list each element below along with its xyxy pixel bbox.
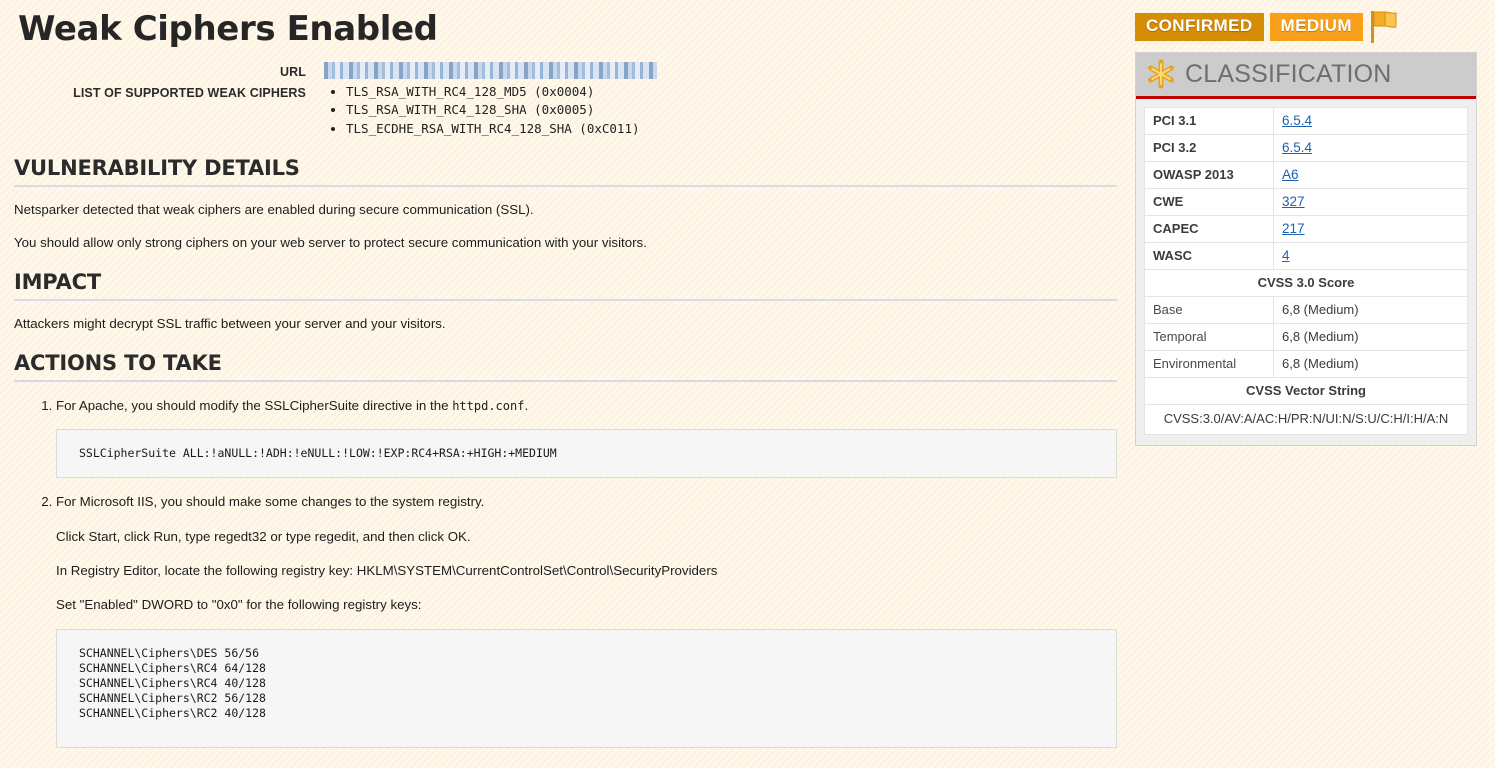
classification-link[interactable]: A6 xyxy=(1282,167,1299,182)
classification-key: CWE xyxy=(1145,189,1274,216)
url-label: URL xyxy=(14,62,324,79)
status-badge-severity[interactable]: MEDIUM xyxy=(1270,13,1363,41)
iis-dword-line: Set "Enabled" DWORD to "0x0" for the fol… xyxy=(56,595,1117,614)
asterisk-icon xyxy=(1146,59,1176,89)
table-row: PCI 3.1 6.5.4 xyxy=(1145,108,1468,135)
action-step-apache: For Apache, you should modify the SSLCip… xyxy=(56,396,1117,478)
badge-row: CONFIRMED MEDIUM xyxy=(1135,0,1477,52)
weak-ciphers-row: LIST OF SUPPORTED WEAK CIPHERS TLS_RSA_W… xyxy=(14,83,1117,139)
cvss-score-value: 6,8 (Medium) xyxy=(1274,324,1468,351)
classification-key: PCI 3.1 xyxy=(1145,108,1274,135)
action-step-iis-text: For Microsoft IIS, you should make some … xyxy=(56,494,484,509)
cvss-score-heading: CVSS 3.0 Score xyxy=(1145,270,1468,297)
classification-link[interactable]: 327 xyxy=(1282,194,1305,209)
vulnerability-details-paragraph: You should allow only strong ciphers on … xyxy=(14,233,1117,252)
cvss-vector-row: CVSS:3.0/AV:A/AC:H/PR:N/UI:N/S:U/C:H/I:H… xyxy=(1145,405,1468,435)
classification-table: PCI 3.1 6.5.4 PCI 3.2 6.5.4 OWASP 2013 xyxy=(1144,107,1468,435)
redacted-url-bar[interactable] xyxy=(324,62,657,79)
classification-value: 327 xyxy=(1274,189,1468,216)
table-row: Base 6,8 (Medium) xyxy=(1145,297,1468,324)
classification-value: 4 xyxy=(1274,243,1468,270)
cvss-score-heading-row: CVSS 3.0 Score xyxy=(1145,270,1468,297)
weak-ciphers-value: TLS_RSA_WITH_RC4_128_MD5 (0x0004) TLS_RS… xyxy=(324,83,1117,139)
vulnerability-details-paragraph: Netsparker detected that weak ciphers ar… xyxy=(14,200,1117,219)
cipher-list: TLS_RSA_WITH_RC4_128_MD5 (0x0004) TLS_RS… xyxy=(324,83,1117,139)
iis-instruction-line: Click Start, click Run, type regedt32 or… xyxy=(56,527,1117,546)
section-heading-vulnerability-details: VULNERABILITY DETAILS xyxy=(14,156,1117,187)
cvss-score-value: 6,8 (Medium) xyxy=(1274,351,1468,378)
iis-registry-key-line: In Registry Editor, locate the following… xyxy=(56,561,1117,580)
apache-cipher-code-block: SSLCipherSuite ALL:!aNULL:!ADH:!eNULL:!L… xyxy=(56,429,1117,478)
url-row: URL xyxy=(14,62,1117,79)
weak-ciphers-label: LIST OF SUPPORTED WEAK CIPHERS xyxy=(14,83,324,100)
classification-value: 6.5.4 xyxy=(1274,135,1468,162)
table-row: Environmental 6,8 (Medium) xyxy=(1145,351,1468,378)
classification-panel-title: CLASSIFICATION xyxy=(1185,60,1392,89)
classification-panel: CLASSIFICATION PCI 3.1 6.5.4 PCI 3.2 6.5… xyxy=(1135,52,1477,446)
schannel-registry-code-block: SCHANNEL\Ciphers\DES 56/56 SCHANNEL\Ciph… xyxy=(56,629,1117,748)
classification-value: 217 xyxy=(1274,216,1468,243)
table-row: CWE 327 xyxy=(1145,189,1468,216)
classification-panel-header: CLASSIFICATION xyxy=(1136,53,1476,99)
classification-key: OWASP 2013 xyxy=(1145,162,1274,189)
cvss-vector-string: CVSS:3.0/AV:A/AC:H/PR:N/UI:N/S:U/C:H/I:H… xyxy=(1145,405,1468,435)
classification-key: WASC xyxy=(1145,243,1274,270)
table-row: Temporal 6,8 (Medium) xyxy=(1145,324,1468,351)
classification-link[interactable]: 217 xyxy=(1282,221,1305,236)
cvss-vector-heading: CVSS Vector String xyxy=(1145,378,1468,405)
cvss-score-key: Base xyxy=(1145,297,1274,324)
report-page: Weak Ciphers Enabled URL LIST OF SUPPORT… xyxy=(0,0,1495,768)
action-step-apache-text-end: . xyxy=(524,398,528,413)
table-row: PCI 3.2 6.5.4 xyxy=(1145,135,1468,162)
classification-key: PCI 3.2 xyxy=(1145,135,1274,162)
right-rail: CONFIRMED MEDIUM xyxy=(1135,0,1477,446)
action-step-iis: For Microsoft IIS, you should make some … xyxy=(56,492,1117,747)
status-badge-confirmed[interactable]: CONFIRMED xyxy=(1135,13,1264,41)
classification-value: 6.5.4 xyxy=(1274,108,1468,135)
list-item: TLS_RSA_WITH_RC4_128_SHA (0x0005) xyxy=(346,101,1117,120)
section-heading-actions-to-take: ACTIONS TO TAKE xyxy=(14,351,1117,382)
list-item: TLS_ECDHE_RSA_WITH_RC4_128_SHA (0xC011) xyxy=(346,120,1117,139)
actions-list: For Apache, you should modify the SSLCip… xyxy=(14,396,1117,747)
list-item: TLS_RSA_WITH_RC4_128_MD5 (0x0004) xyxy=(346,83,1117,102)
table-row: OWASP 2013 A6 xyxy=(1145,162,1468,189)
url-value xyxy=(324,62,1117,79)
page-title: Weak Ciphers Enabled xyxy=(18,12,1117,48)
classification-key: CAPEC xyxy=(1145,216,1274,243)
action-step-apache-text: For Apache, you should modify the SSLCip… xyxy=(56,398,452,413)
section-heading-impact: IMPACT xyxy=(14,270,1117,301)
classification-value: A6 xyxy=(1274,162,1468,189)
cvss-score-value: 6,8 (Medium) xyxy=(1274,297,1468,324)
table-row: WASC 4 xyxy=(1145,243,1468,270)
classification-link[interactable]: 4 xyxy=(1282,248,1290,263)
main-content: Weak Ciphers Enabled URL LIST OF SUPPORT… xyxy=(0,0,1135,768)
cvss-score-key: Temporal xyxy=(1145,324,1274,351)
impact-paragraph: Attackers might decrypt SSL traffic betw… xyxy=(14,314,1117,333)
cvss-vector-heading-row: CVSS Vector String xyxy=(1145,378,1468,405)
table-row: CAPEC 217 xyxy=(1145,216,1468,243)
cvss-score-key: Environmental xyxy=(1145,351,1274,378)
classification-link[interactable]: 6.5.4 xyxy=(1282,140,1312,155)
flag-icon[interactable] xyxy=(1369,10,1399,44)
httpd-conf-code: httpd.conf xyxy=(452,399,524,413)
classification-link[interactable]: 6.5.4 xyxy=(1282,113,1312,128)
